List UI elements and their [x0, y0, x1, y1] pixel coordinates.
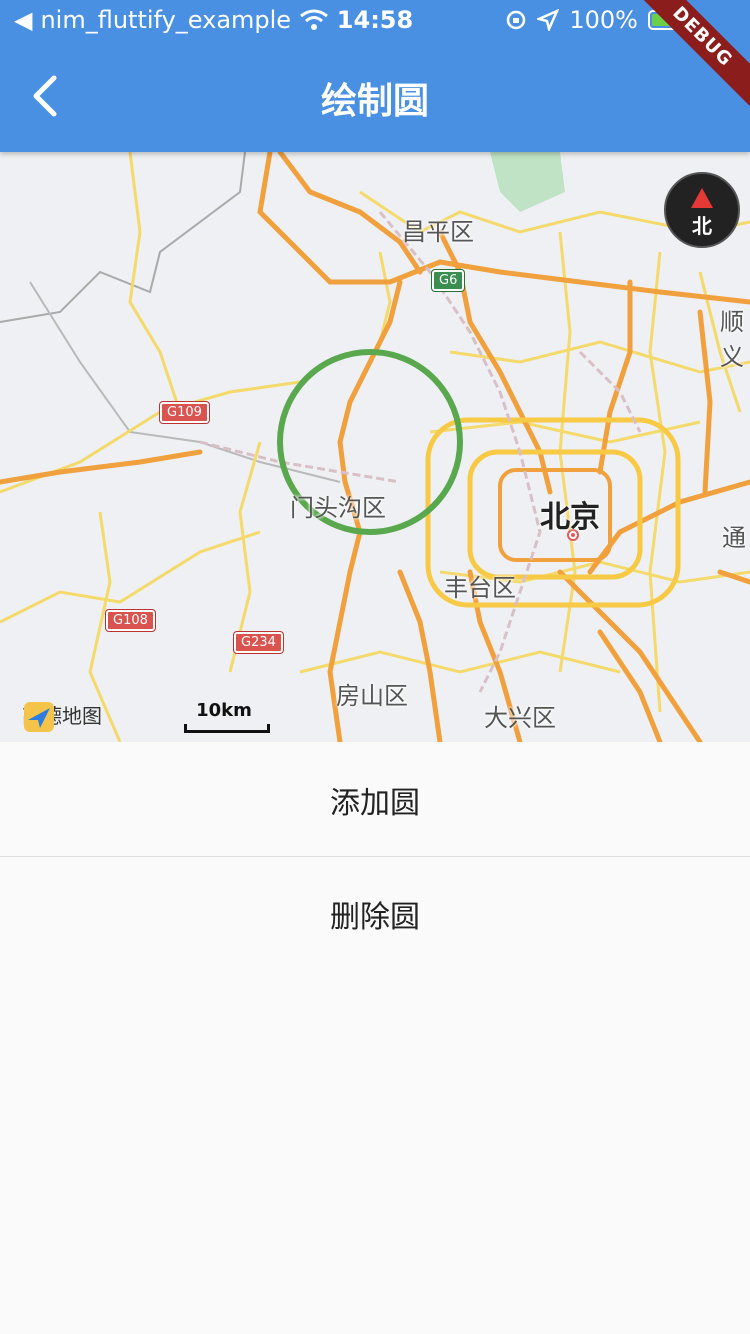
battery-percent: 100%	[569, 6, 638, 34]
map-label-fangshan: 房山区	[336, 682, 408, 710]
highway-shield-g234: G234	[234, 632, 283, 653]
amap-logo: 高德地图	[22, 700, 102, 732]
map-view[interactable]: 昌平区 顺义 门头沟区 北京 通 丰台区 房山区 大兴区 G6 G109 G10…	[0, 152, 750, 742]
page-title: 绘制圆	[320, 81, 429, 122]
map-label-tongzhou: 通	[722, 524, 746, 552]
divider	[0, 856, 750, 857]
remove-circle-button[interactable]: 删除圆	[0, 858, 750, 970]
highway-shield-g6: G6	[432, 270, 465, 291]
location-icon	[537, 9, 560, 31]
highway-shield-g109: G109	[160, 402, 209, 423]
map-label-daxing: 大兴区	[484, 704, 556, 732]
map-label-changping: 昌平区	[402, 218, 474, 246]
map-roads	[0, 152, 750, 742]
status-bar: ◀ nim_fluttify_example 14:58 100%	[0, 0, 750, 42]
rotation-lock-icon	[507, 10, 526, 30]
compass-icon[interactable]: 北	[664, 172, 740, 248]
compass-north-label: 北	[692, 214, 712, 238]
app-bar: ◀ nim_fluttify_example 14:58 100% 绘制圆	[0, 0, 750, 152]
add-circle-button[interactable]: 添加圆	[0, 744, 750, 856]
map-label-shunyi: 顺义	[720, 308, 744, 371]
highway-shield-g108: G108	[106, 610, 155, 631]
add-circle-label: 添加圆	[330, 786, 420, 821]
map-label-mentougou: 门头沟区	[290, 494, 386, 522]
map-scale-bar	[184, 724, 270, 733]
amap-logo-icon	[24, 702, 54, 732]
map-label-beijing: 北京	[540, 500, 600, 535]
map-label-fengtai: 丰台区	[444, 574, 516, 602]
remove-circle-label: 删除圆	[330, 900, 420, 935]
compass-needle	[691, 188, 713, 208]
map-scale-label: 10km	[196, 700, 252, 721]
